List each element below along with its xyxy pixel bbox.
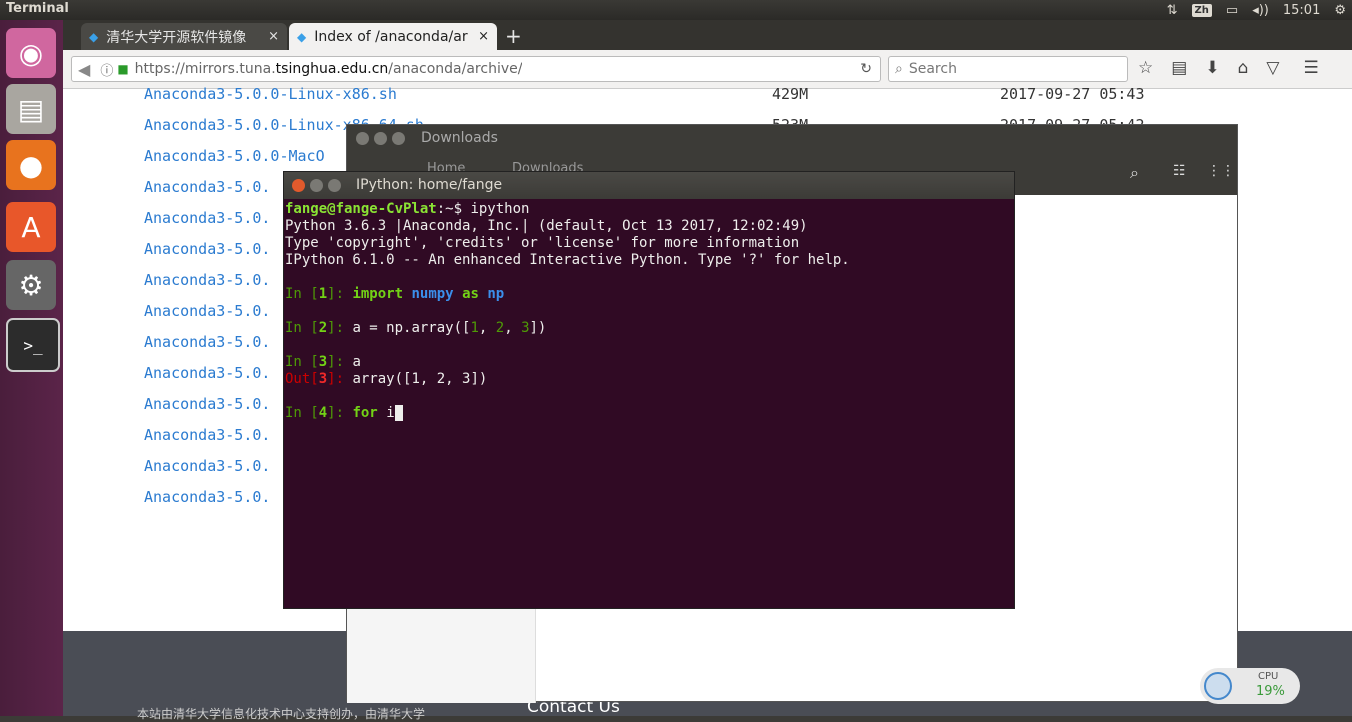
back-arrow-icon[interactable]: ◀: [78, 60, 90, 79]
grid-view-icon[interactable]: ⋮⋮: [1207, 163, 1235, 179]
network-icon[interactable]: ⇅: [1167, 3, 1178, 18]
list-item[interactable]: Anaconda3-5.0.: [144, 178, 270, 198]
firefox-icon[interactable]: ●: [6, 140, 56, 190]
system-tray: ⇅ Zh ▭ ◂)) 15:01 ⚙: [1167, 0, 1346, 20]
list-item[interactable]: Anaconda3-5.0.: [144, 457, 270, 477]
tab-label: 清华大学开源软件镜像: [106, 29, 247, 46]
battery-icon[interactable]: ▭: [1226, 3, 1238, 18]
list-item[interactable]: Anaconda3-5.0.: [144, 240, 270, 260]
text-cursor: [394, 405, 404, 421]
footer-credit: 本站由清华大学信息化技术中心支持创办，由清华大学: [137, 707, 426, 721]
volume-icon[interactable]: ◂)): [1252, 3, 1269, 18]
tab-tuna-mirror[interactable]: ◆ 清华大学开源软件镜像 ×: [81, 23, 287, 50]
minimize-icon[interactable]: [374, 132, 387, 145]
tuna-favicon-icon: ◆: [89, 29, 99, 44]
search-icon: ⌕: [895, 61, 903, 77]
navigation-toolbar: ◀ ⓘ ■ https://mirrors.tuna.tsinghua.edu.…: [63, 50, 1352, 89]
file-size: 429M: [772, 85, 809, 103]
reload-icon[interactable]: ↻: [860, 61, 872, 77]
lock-icon: ■: [117, 62, 129, 76]
cpu-monitor-widget[interactable]: CPU 19%: [1200, 668, 1300, 704]
list-item[interactable]: Anaconda3-5.0.: [144, 364, 270, 384]
list-item[interactable]: Anaconda3-5.0.0-MacO: [144, 147, 325, 167]
toolbar-icons: ☆ ▤ ⬇ ⌂ ▽ ☰: [1138, 58, 1319, 78]
url-bar[interactable]: ◀ ⓘ ■ https://mirrors.tuna.tsinghua.edu.…: [71, 56, 881, 82]
terminal-output[interactable]: fange@fange-CvPlat:~$ ipython Python 3.6…: [285, 201, 1005, 422]
url-text[interactable]: https://mirrors.tuna.tsinghua.edu.cn/ana…: [135, 61, 523, 77]
list-item[interactable]: Anaconda3-5.0.: [144, 488, 270, 508]
list-item[interactable]: Anaconda3-5.0.: [144, 333, 270, 353]
list-item[interactable]: Anaconda3-5.0.: [144, 426, 270, 446]
list-item[interactable]: Anaconda3-5.0.: [144, 395, 270, 415]
files-icon[interactable]: ▤: [6, 84, 56, 134]
unity-launcher: ◉ ▤ ● A ⚙ >_: [0, 20, 63, 716]
list-item[interactable]: Anaconda3-5.0.0-Linux-x86.sh: [144, 85, 397, 105]
input-method-indicator[interactable]: Zh: [1191, 3, 1212, 17]
maximize-icon[interactable]: [392, 132, 405, 145]
settings-gear-icon[interactable]: ⚙: [1334, 3, 1346, 18]
tab-close-icon[interactable]: ×: [268, 29, 279, 44]
close-icon[interactable]: [292, 179, 305, 192]
tab-close-icon[interactable]: ×: [478, 29, 489, 44]
search-icon[interactable]: ⌕: [1130, 163, 1139, 183]
new-tab-button[interactable]: +: [505, 24, 522, 48]
reading-list-icon[interactable]: ▤: [1171, 58, 1187, 78]
downloads-titlebar: Downloads: [347, 125, 1237, 153]
cpu-label: CPU: [1258, 671, 1279, 682]
cpu-value: 19%: [1256, 684, 1285, 699]
list-item[interactable]: Anaconda3-5.0.: [144, 302, 270, 322]
info-icon[interactable]: ⓘ: [100, 60, 113, 79]
bookmark-star-icon[interactable]: ☆: [1138, 58, 1153, 78]
file-date: 2017-09-27 05:43: [1000, 85, 1145, 103]
top-panel: Terminal ⇅ Zh ▭ ◂)) 15:01 ⚙: [0, 0, 1352, 20]
app-title: Terminal: [6, 1, 69, 16]
tuna-favicon-icon: ◆: [297, 29, 307, 44]
home-icon[interactable]: ⌂: [1238, 58, 1249, 78]
minimize-icon[interactable]: [310, 179, 323, 192]
maximize-icon[interactable]: [328, 179, 341, 192]
downloads-arrow-icon[interactable]: ⬇: [1205, 58, 1219, 78]
list-item[interactable]: Anaconda3-5.0.: [144, 271, 270, 291]
tab-anaconda-archive[interactable]: ◆ Index of /anaconda/ar ×: [289, 23, 497, 50]
window-title: Downloads: [421, 130, 498, 146]
hamburger-menu-icon[interactable]: ☰: [1303, 58, 1318, 78]
tab-label: Index of /anaconda/ar: [314, 28, 468, 45]
window-title: IPython: home/fange: [356, 177, 503, 193]
cpu-gauge-icon: [1204, 672, 1232, 700]
list-item[interactable]: Anaconda3-5.0.: [144, 209, 270, 229]
list-view-icon[interactable]: ☷: [1173, 163, 1186, 179]
clock[interactable]: 15:01: [1283, 3, 1320, 18]
terminal-window[interactable]: IPython: home/fange fange@fange-CvPlat:~…: [283, 171, 1015, 609]
search-input[interactable]: ⌕ Search: [888, 56, 1128, 82]
software-center-icon[interactable]: A: [6, 202, 56, 252]
system-settings-icon[interactable]: ⚙: [6, 260, 56, 310]
pocket-icon[interactable]: ▽: [1266, 58, 1279, 78]
tab-bar: ◆ 清华大学开源软件镜像 × ◆ Index of /anaconda/ar ×…: [63, 20, 1352, 50]
terminal-titlebar: IPython: home/fange: [284, 172, 1014, 199]
ubuntu-dash-icon[interactable]: ◉: [6, 28, 56, 78]
close-icon[interactable]: [356, 132, 369, 145]
terminal-launcher-icon[interactable]: >_: [6, 318, 60, 372]
